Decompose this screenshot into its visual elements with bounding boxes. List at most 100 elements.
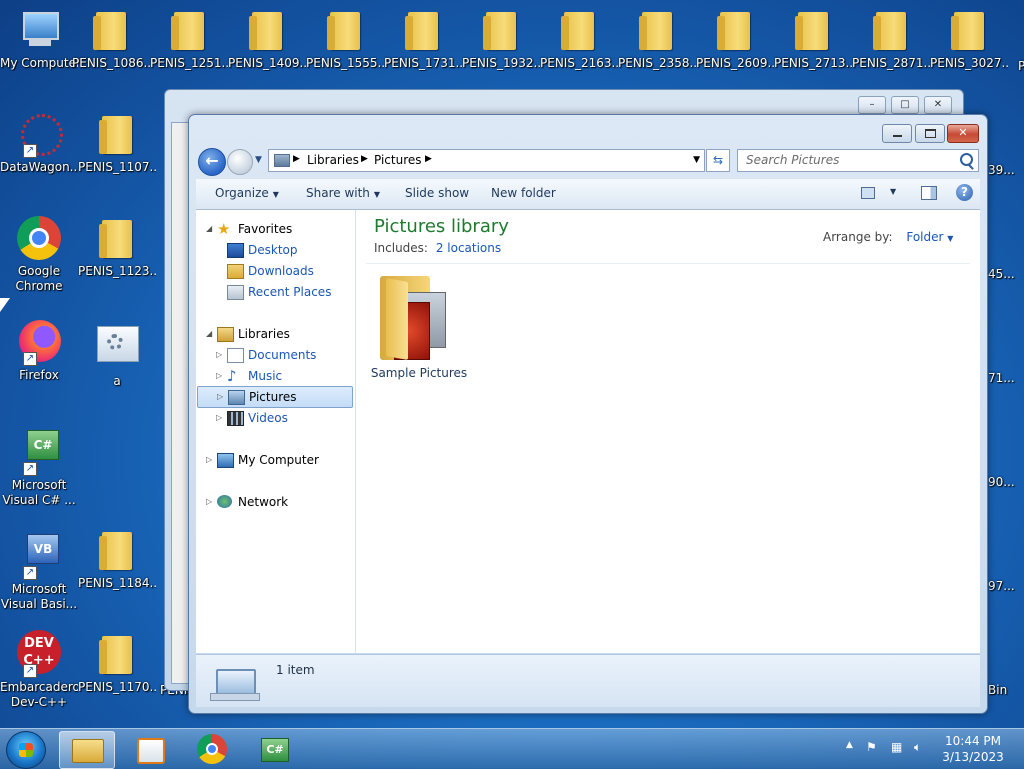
desktop-folder-1731[interactable]: PENIS_1731... xyxy=(384,6,462,71)
new-folder-button[interactable]: New folder xyxy=(491,186,556,200)
expand-arrow-icon[interactable]: ▷ xyxy=(206,450,212,470)
forward-button[interactable] xyxy=(227,149,253,175)
breadcrumb-chevron-icon[interactable]: ▶ xyxy=(425,154,432,164)
desktop-folder-1555[interactable]: PENIS_1555... xyxy=(306,6,384,71)
desktop-icon-firefox[interactable]: ↗ Firefox xyxy=(0,318,78,383)
desktop-icon-datawagon[interactable]: ↗ DataWagon... xyxy=(0,110,78,175)
bg-maximize-button[interactable]: □ xyxy=(891,96,919,114)
change-view-icon[interactable] xyxy=(861,187,875,199)
address-dropdown-icon[interactable]: ▼ xyxy=(693,155,700,165)
close-button[interactable]: ✕ xyxy=(947,124,979,143)
address-bar[interactable]: ▶ Libraries ▶ Pictures ▶ ▼ xyxy=(268,149,705,172)
preview-pane-icon[interactable] xyxy=(921,186,937,200)
desktop-icon-visual-csharp[interactable]: C# ↗ Microsoft Visual C# ... xyxy=(0,428,78,508)
collapse-arrow-icon[interactable]: ◢ xyxy=(206,324,212,344)
visual-basic-icon: VB ↗ xyxy=(15,532,63,580)
desktop-folder-1932[interactable]: PENIS_1932... xyxy=(462,6,540,71)
help-icon[interactable]: ? xyxy=(956,184,973,201)
downloads-folder-icon xyxy=(227,264,244,279)
minimize-button[interactable] xyxy=(882,124,912,143)
maximize-icon xyxy=(916,129,944,138)
view-options-dropdown-icon[interactable]: ▼ xyxy=(890,187,896,196)
includes-locations-link[interactable]: 2 locations xyxy=(436,241,501,255)
expand-arrow-icon[interactable]: ▷ xyxy=(216,408,222,428)
desktop-folder-2871[interactable]: PENIS_2871... xyxy=(852,6,930,71)
start-button[interactable] xyxy=(6,731,46,769)
taskbar-explorer-button[interactable] xyxy=(59,731,115,769)
nav-videos[interactable]: ▷ Videos xyxy=(196,408,355,428)
system-clock[interactable]: 10:44 PM 3/13/2023 xyxy=(936,733,1010,765)
expand-arrow-icon[interactable]: ▷ xyxy=(216,366,222,386)
action-center-flag-icon[interactable]: ⚑ xyxy=(866,740,877,754)
share-with-button[interactable]: Share with ▼ xyxy=(306,186,380,200)
back-button[interactable]: ← xyxy=(198,148,226,176)
chrome-icon xyxy=(15,214,63,262)
desktop-folder-2358[interactable]: PENIS_2358... xyxy=(618,6,696,71)
expand-arrow-icon[interactable]: ▷ xyxy=(206,492,212,512)
show-hidden-icons-arrow-icon[interactable]: ▲ xyxy=(846,740,853,750)
desktop-icon-dev-cpp[interactable]: DEV C++ ↗ Embarcadero Dev-C++ xyxy=(0,630,78,710)
slide-show-button[interactable]: Slide show xyxy=(405,186,469,200)
network-icon xyxy=(217,495,232,508)
breadcrumb-chevron-icon[interactable]: ▶ xyxy=(361,154,368,164)
desktop-folder-2609[interactable]: PENIS_2609... xyxy=(696,6,774,71)
desktop-folder-1107[interactable]: PENIS_1107... xyxy=(78,110,156,175)
desktop-folder-1170[interactable]: PENIS_1170... xyxy=(78,630,156,695)
taskbar-visual-csharp-button[interactable]: C# xyxy=(247,731,301,767)
refresh-icon: ⇆ xyxy=(712,153,724,167)
computer-icon xyxy=(217,453,234,468)
search-input[interactable]: Search Pictures xyxy=(737,149,979,172)
header-divider xyxy=(366,263,970,264)
desktop-icon-visual-basic[interactable]: VB ↗ Microsoft Visual Basi... xyxy=(0,532,78,612)
explorer-window[interactable]: ✕ ← ▼ ▶ Libraries ▶ Pictures ▶ ▼ ⇆ Searc… xyxy=(188,114,988,714)
recent-pages-dropdown[interactable]: ▼ xyxy=(255,155,262,165)
desktop-folder-1123[interactable]: PENIS_1123... xyxy=(78,214,156,279)
desktop-folder-3027[interactable]: PENIS_3027... xyxy=(930,6,1008,71)
bg-minimize-button[interactable]: – xyxy=(858,96,886,114)
nav-libraries[interactable]: ◢ Libraries xyxy=(196,324,355,344)
folder-icon xyxy=(99,636,132,674)
arrange-by-dropdown[interactable]: Folder ▼ xyxy=(906,230,953,244)
details-pane: 1 item xyxy=(196,654,980,707)
item-label: Sample Pictures xyxy=(370,366,468,380)
volume-icon[interactable]: 🔈︎ xyxy=(914,740,921,755)
desktop-folder-1251[interactable]: PENIS_1251... xyxy=(150,6,228,71)
content-pane[interactable]: Pictures library Includes: 2 locations A… xyxy=(356,210,980,653)
desktop-folder-1409[interactable]: PENIS_1409... xyxy=(228,6,306,71)
nav-music[interactable]: ▷ ♪ Music xyxy=(196,366,355,386)
bg-close-button[interactable]: ✕ xyxy=(924,96,952,114)
recent-places-icon xyxy=(227,285,244,300)
item-sample-pictures[interactable]: Sample Pictures xyxy=(366,270,476,390)
breadcrumb-libraries[interactable]: Libraries xyxy=(307,153,359,167)
star-icon: ★ xyxy=(217,220,231,238)
nav-downloads[interactable]: Downloads xyxy=(196,261,355,281)
nav-favorites[interactable]: ◢ ★ Favorites xyxy=(196,219,355,239)
desktop-file-a[interactable]: a xyxy=(78,324,156,389)
network-status-icon[interactable]: ▦ xyxy=(891,740,902,754)
desktop-folder-2713[interactable]: PENIS_2713... xyxy=(774,6,852,71)
taskbar-chrome-button[interactable] xyxy=(185,731,239,767)
organize-button[interactable]: Organize ▼ xyxy=(215,186,279,200)
nav-recent-places[interactable]: Recent Places xyxy=(196,282,355,302)
desktop-folder-2163[interactable]: PENIS_2163... xyxy=(540,6,618,71)
collapse-arrow-icon[interactable]: ◢ xyxy=(206,219,212,239)
desktop-icon-my-computer[interactable]: My Computer xyxy=(0,6,78,71)
nav-pictures[interactable]: ▷ Pictures xyxy=(197,386,353,408)
search-icon[interactable] xyxy=(960,153,973,166)
nav-my-computer[interactable]: ▷ My Computer xyxy=(196,450,355,470)
desktop-folder-1086[interactable]: PENIS_1086... xyxy=(72,6,150,71)
maximize-button[interactable] xyxy=(915,124,945,143)
taskbar-media-player-button[interactable] xyxy=(123,731,177,767)
expand-arrow-icon[interactable]: ▷ xyxy=(216,345,222,365)
nav-network[interactable]: ▷ Network xyxy=(196,492,355,512)
breadcrumb-chevron-icon[interactable]: ▶ xyxy=(293,154,300,164)
refresh-button[interactable]: ⇆ xyxy=(706,149,730,172)
desktop-icon-google-chrome[interactable]: Google Chrome xyxy=(0,214,78,294)
nav-desktop[interactable]: Desktop xyxy=(196,240,355,260)
breadcrumb-pictures[interactable]: Pictures xyxy=(374,153,422,167)
dropdown-arrow-icon: ▼ xyxy=(947,234,954,243)
expand-arrow-icon[interactable]: ▷ xyxy=(217,387,223,407)
desktop-folder-1184[interactable]: PENIS_1184... xyxy=(78,526,156,591)
folder-icon xyxy=(99,532,132,570)
nav-documents[interactable]: ▷ Documents xyxy=(196,345,355,365)
